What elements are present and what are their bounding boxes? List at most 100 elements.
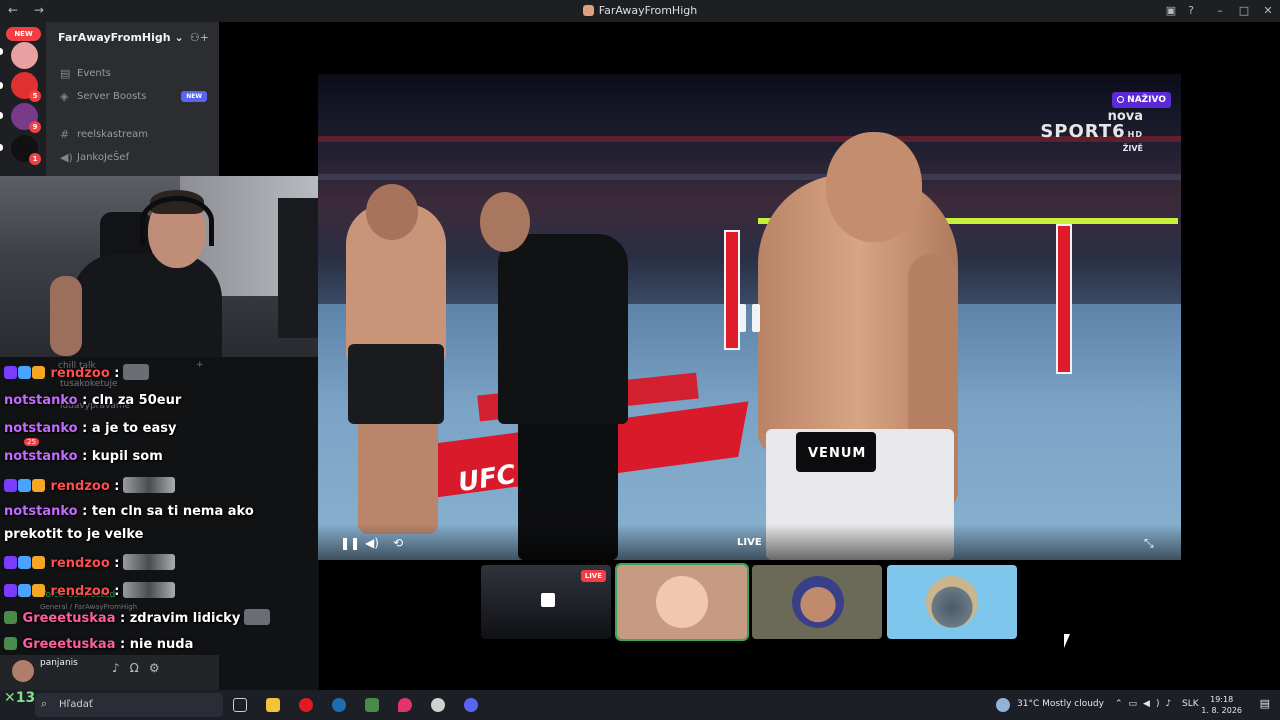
chat-message: notstanko : kupil som xyxy=(4,449,163,464)
settings-gear-icon[interactable]: ⚙ xyxy=(149,661,170,675)
user-panel: panjanis ♪Ω⚙ xyxy=(0,655,219,690)
sidebar-item-reelskastream[interactable]: # reelskastream xyxy=(60,128,148,141)
chat-badges xyxy=(4,556,46,573)
maps-pin-icon[interactable] xyxy=(398,698,412,712)
center-pause-icon[interactable] xyxy=(736,304,764,332)
mic-icon[interactable]: ♪ xyxy=(112,661,130,675)
chat-text: kupil som xyxy=(91,449,163,464)
chat-username[interactable]: Greeetuskaa xyxy=(23,637,116,652)
start-widget[interactable]: ✕13 xyxy=(4,690,35,706)
tray-icons[interactable]: ⌃▭◀)♪ xyxy=(1115,699,1177,709)
chat-emote-icon xyxy=(123,582,176,598)
chat-username[interactable]: notstanko xyxy=(4,393,78,408)
player-controls: ❚❚ ◀) ⟲ LIVE ⤡ xyxy=(318,524,1181,560)
webcam-person-torso xyxy=(72,254,222,357)
maximize-icon[interactable]: □ xyxy=(1232,0,1256,22)
live-status-text: NAŽIVO xyxy=(1127,95,1166,105)
chat-text: prekotit to je velke xyxy=(4,527,144,542)
chevron-down-icon: ⌄ xyxy=(174,31,184,44)
live-indicator[interactable]: LIVE xyxy=(737,537,762,548)
stream-thumb-2[interactable] xyxy=(615,563,749,641)
server-rail: NEW 5 9 1 xyxy=(0,22,46,176)
badge-icon xyxy=(4,584,17,597)
chat-separator: : xyxy=(77,421,92,436)
badge-icon xyxy=(32,479,45,492)
chat-emote-icon xyxy=(123,554,176,570)
sidebar-item-events[interactable]: ▤ Events xyxy=(60,67,111,80)
chat-text: a je to easy xyxy=(91,421,177,436)
weather-text[interactable]: 31°C Mostly cloudy xyxy=(1017,699,1104,709)
hash-icon: # xyxy=(60,128,70,141)
chat-username[interactable]: rendzoo xyxy=(51,479,110,494)
discord-icon[interactable] xyxy=(464,698,478,712)
chat-emote-icon xyxy=(123,364,150,380)
exit-fullscreen-icon[interactable]: ⤡ xyxy=(1144,536,1154,551)
chat-username[interactable]: rendzoo xyxy=(51,584,110,599)
server-icon-3[interactable]: 9 xyxy=(11,103,41,133)
badge-icon xyxy=(4,366,17,379)
streamer-webcam xyxy=(0,176,322,357)
server-icon-4[interactable]: 1 xyxy=(11,135,41,165)
unread-pill xyxy=(0,112,3,119)
server-icon-2[interactable]: 5 xyxy=(11,72,41,102)
chat-message: Greeetuskaa : nie nuda xyxy=(4,637,193,654)
server-name-dropdown[interactable]: FarAwayFromHigh ⌄ xyxy=(58,31,184,44)
server-favicon-icon xyxy=(582,5,594,16)
server-name: FarAwayFromHigh xyxy=(58,31,171,44)
stream-thumb-3[interactable] xyxy=(752,565,882,639)
chat-text: cln za 50eur xyxy=(91,393,182,408)
file-explorer-icon[interactable] xyxy=(266,698,280,712)
rewind-icon[interactable]: ⟲ xyxy=(393,536,403,550)
headphones-icon[interactable]: Ω xyxy=(130,661,149,675)
clock[interactable]: 19:18 1. 8. 2026 xyxy=(1201,694,1242,716)
server-badge-4: 1 xyxy=(29,153,41,165)
task-view-icon[interactable] xyxy=(233,698,247,712)
chat-username[interactable]: notstanko xyxy=(4,504,78,519)
stream-player[interactable]: UFC VENUM NAŽIVO nova SPORT6 HD ŽIVĚ ❚❚ ◀… xyxy=(318,74,1181,560)
help-icon[interactable]: ? xyxy=(1188,4,1194,17)
sidebar-item-label: reelskastream xyxy=(77,129,148,140)
chat-message: rendzoo : xyxy=(4,554,176,573)
chat-username[interactable]: notstanko xyxy=(4,449,78,464)
chat-separator: : xyxy=(109,584,120,599)
chat-message: rendzoo : xyxy=(4,477,176,496)
octagon-mat xyxy=(318,304,1181,560)
close-icon[interactable]: ✕ xyxy=(1256,0,1280,22)
stream-thumb-4[interactable] xyxy=(887,565,1017,639)
chat-message: notstanko : ten cln sa ti nema ako xyxy=(4,504,254,519)
unread-pill xyxy=(0,82,3,89)
inbox-icon[interactable]: ▣ xyxy=(1166,4,1176,17)
thumb-4-avatar xyxy=(926,576,978,628)
pause-icon[interactable]: ❚❚ xyxy=(340,536,360,550)
badge-icon xyxy=(32,366,45,379)
add-member-icon[interactable]: ⚇+ xyxy=(190,31,209,44)
calendar-icon: ▤ xyxy=(60,67,71,80)
chat-username[interactable]: rendzoo xyxy=(51,366,110,381)
opera-icon[interactable] xyxy=(299,698,313,712)
calculator-icon[interactable] xyxy=(365,698,379,712)
badge-icon xyxy=(4,611,17,624)
chat-overlay: chill talk + tusakoketuje ludavypravame … xyxy=(0,357,319,690)
chat-username[interactable]: notstanko xyxy=(4,421,78,436)
minimize-icon[interactable]: – xyxy=(1208,0,1232,22)
clock-time: 19:18 xyxy=(1210,695,1234,704)
thumb-2-avatar xyxy=(656,576,708,628)
chat-username[interactable]: Greeetuskaa xyxy=(23,611,116,626)
volume-icon[interactable]: ◀) xyxy=(365,536,379,550)
taskbar-search[interactable]: ⌕ Hľadať xyxy=(35,693,223,717)
title-tools: ▣? xyxy=(1154,4,1194,17)
chat-username[interactable]: rendzoo xyxy=(51,556,110,571)
steam-icon[interactable] xyxy=(332,698,346,712)
avatar[interactable] xyxy=(12,660,34,682)
input-language[interactable]: SLK xyxy=(1182,699,1199,709)
webcam-person-arm xyxy=(50,276,82,356)
fighter-left-legs xyxy=(358,414,438,534)
notifications-icon[interactable]: ▤ xyxy=(1260,697,1270,710)
chat-emote-icon xyxy=(244,609,271,625)
chat-message: notstanko : cln za 50eur xyxy=(4,393,181,408)
server-icon-1[interactable] xyxy=(11,42,38,69)
sidebar-item-server-boosts[interactable]: ◈ Server Boosts xyxy=(60,90,146,103)
obs-icon[interactable] xyxy=(431,698,445,712)
stream-thumb-1[interactable]: LIVE xyxy=(481,565,611,639)
sidebar-item-jankojesef[interactable]: ◀) JankoJeŠef xyxy=(60,151,129,164)
